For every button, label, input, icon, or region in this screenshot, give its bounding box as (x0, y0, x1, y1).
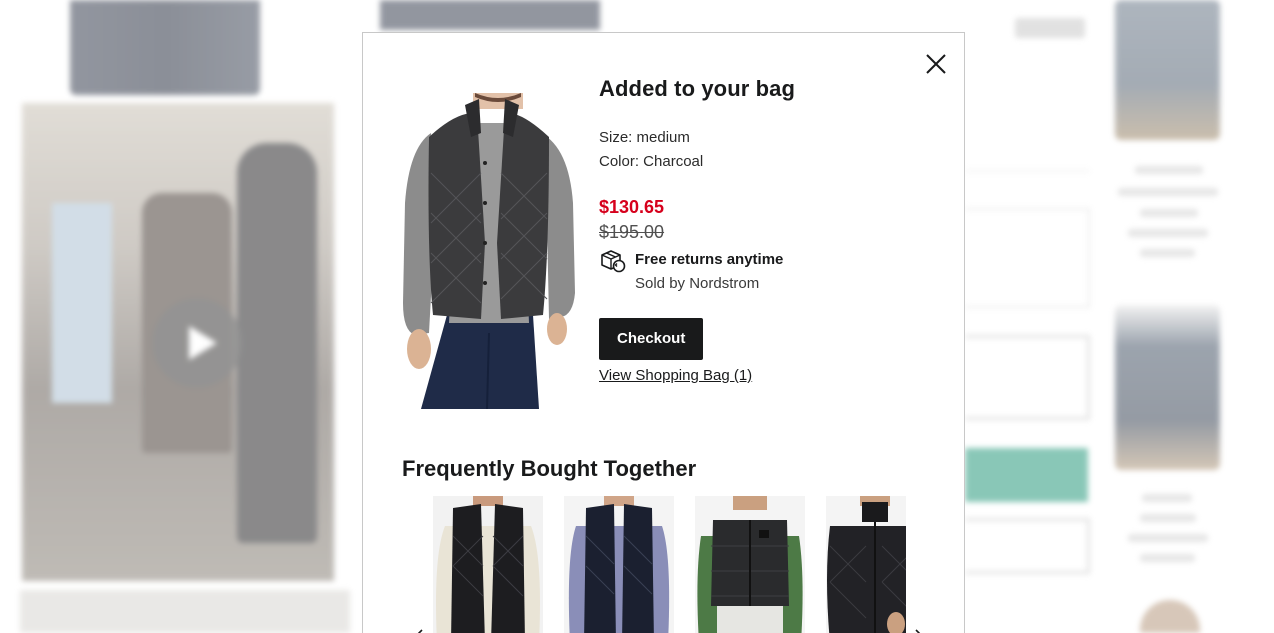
background-text (1140, 514, 1196, 522)
background-divider (965, 170, 1090, 172)
frequently-bought-carousel (433, 496, 906, 633)
background-image (20, 590, 350, 633)
product-image (401, 93, 577, 409)
background-text (1140, 249, 1195, 257)
product-thumbnail (826, 496, 906, 633)
background-add-to-bag-button (965, 448, 1088, 502)
product-info: Added to your bag Size: medium Color: Ch… (599, 73, 929, 384)
carousel-prev-button[interactable] (411, 628, 427, 633)
background-video (22, 103, 334, 581)
checkout-button[interactable]: Checkout (599, 318, 704, 360)
carousel-item[interactable] (695, 496, 805, 633)
returns-info: Free returns anytime Sold by Nordstrom (599, 248, 929, 296)
background-text (1140, 209, 1198, 217)
play-icon (152, 298, 242, 388)
frequently-bought-title: Frequently Bought Together (402, 456, 697, 481)
background-option-box (965, 518, 1090, 574)
product-thumbnail (564, 496, 674, 633)
background-text (1015, 18, 1085, 38)
background-product-image (380, 0, 600, 30)
background-recommendation-image (1115, 0, 1220, 140)
carousel-item[interactable] (826, 496, 906, 633)
view-shopping-bag-link[interactable]: View Shopping Bag (1) (599, 367, 929, 384)
original-price: $195.00 (599, 222, 665, 242)
background-product-image (70, 0, 260, 95)
chevron-right-icon (915, 629, 921, 633)
modal-title: Added to your bag (599, 76, 796, 101)
color-label: Color: Charcoal (599, 153, 704, 170)
background-text (1128, 534, 1208, 542)
background-text (1135, 166, 1203, 174)
chevron-left-icon (417, 629, 423, 633)
product-thumbnail (433, 496, 543, 633)
background-text (1142, 494, 1192, 502)
background-text (1118, 188, 1218, 196)
background-option-box (965, 335, 1090, 420)
carousel-next-button[interactable] (911, 628, 927, 633)
product-thumbnail (695, 496, 805, 633)
background-recommendation-image (1140, 600, 1200, 633)
background-option-box (965, 208, 1090, 308)
background-recommendation-image (1115, 305, 1220, 470)
sale-price: $130.65 (599, 197, 665, 217)
size-label: Size: medium (599, 129, 690, 146)
returns-title: Free returns anytime (635, 251, 784, 268)
added-to-bag-modal: Added to your bag Size: medium Color: Ch… (362, 32, 965, 633)
carousel-item[interactable] (433, 496, 543, 633)
background-text (1140, 554, 1195, 562)
carousel-item[interactable] (564, 496, 674, 633)
seller-label: Sold by Nordstrom (635, 275, 760, 292)
background-text (1128, 229, 1208, 237)
box-return-icon (601, 250, 626, 273)
